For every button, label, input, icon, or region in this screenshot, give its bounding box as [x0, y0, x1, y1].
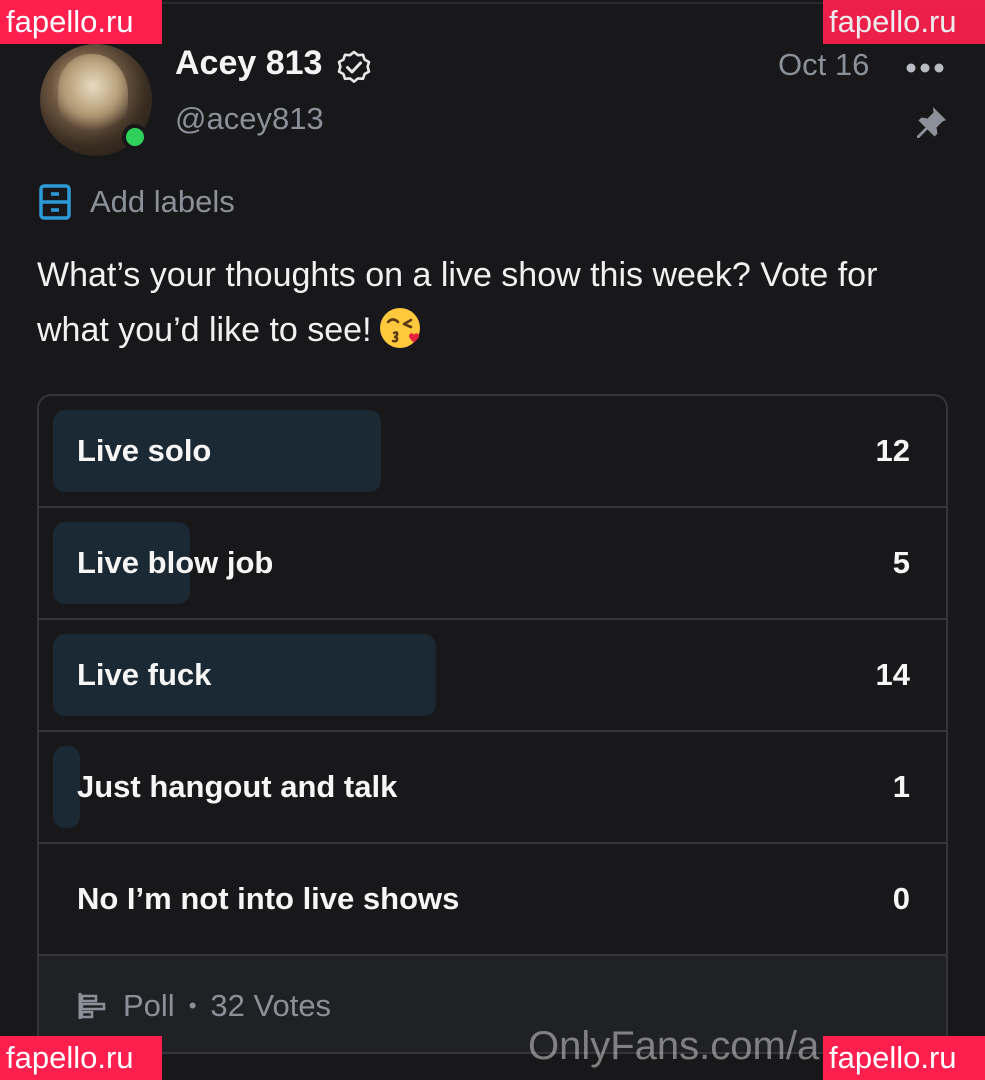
poll-option-label: Live blow job: [77, 545, 274, 580]
add-labels-button[interactable]: Add labels: [38, 180, 235, 224]
poll-option-count: 14: [875, 657, 910, 692]
poll-result-bar: [53, 746, 80, 828]
post-date: Oct 16: [778, 47, 870, 82]
poll-option-count: 1: [892, 769, 910, 804]
poll-option-count: 12: [875, 433, 910, 468]
poll-option[interactable]: No I’m not into live shows 0: [39, 844, 946, 956]
kissing-face-with-heart-icon: [379, 308, 420, 349]
online-status-dot: [122, 124, 148, 150]
add-labels-label: Add labels: [90, 184, 235, 219]
pin-icon: [917, 107, 946, 138]
poll-card: Live solo 12 Live blow job 5 Live fuck 1…: [37, 394, 948, 1054]
site-watermark-badge: fapello.ru: [823, 0, 985, 44]
poll-footer-separator: •: [188, 993, 197, 1018]
poll-type-label: Poll: [123, 988, 175, 1023]
post-screen: Acey 813 @acey813 Oct 16 Add labels What…: [0, 0, 985, 1080]
avatar-photo: [58, 54, 128, 134]
site-watermark-badge: fapello.ru: [0, 0, 162, 44]
poll-option-label: Live solo: [77, 433, 212, 468]
poll-option[interactable]: Live blow job 5: [39, 508, 946, 620]
poll-vote-total: 32 Votes: [210, 988, 332, 1023]
site-watermark-badge: fapello.ru: [0, 1036, 162, 1080]
poll-option[interactable]: Just hangout and talk 1: [39, 732, 946, 844]
verified-badge-icon: [337, 50, 371, 83]
display-name[interactable]: Acey 813: [175, 44, 322, 83]
poll-option[interactable]: Live solo 12: [39, 396, 946, 508]
post-text-content: What’s your thoughts on a live show this…: [37, 256, 878, 349]
poll-option-label: No I’m not into live shows: [77, 881, 460, 916]
poll-option-count: 0: [892, 881, 910, 916]
more-options-icon[interactable]: [904, 56, 946, 80]
poll-option-label: Live fuck: [77, 657, 212, 692]
poll-option[interactable]: Live fuck 14: [39, 620, 946, 732]
username-handle[interactable]: @acey813: [175, 101, 324, 137]
poll-option-label: Just hangout and talk: [77, 769, 398, 804]
poll-option-count: 5: [892, 545, 910, 580]
onlyfans-watermark: OnlyFans.com/a: [528, 1024, 820, 1068]
site-watermark-badge: fapello.ru: [823, 1036, 985, 1080]
post-text: What’s your thoughts on a live show this…: [37, 248, 957, 358]
poll-icon: [78, 993, 106, 1019]
labels-drawer-icon: [39, 184, 71, 220]
